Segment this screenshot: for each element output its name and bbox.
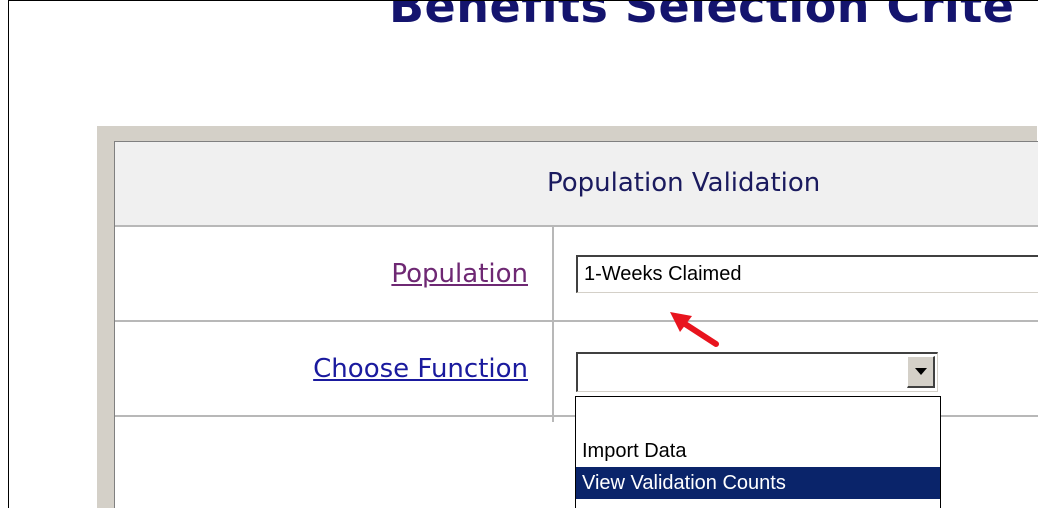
dropdown-button[interactable] bbox=[907, 356, 935, 388]
population-input[interactable] bbox=[576, 255, 1038, 293]
table-header-row: Population Validation bbox=[115, 142, 1038, 227]
dropdown-option-blank[interactable] bbox=[576, 399, 940, 431]
function-dropdown-list: Import Data View Validation Counts bbox=[575, 396, 941, 508]
choose-function-link[interactable]: Choose Function bbox=[313, 354, 528, 384]
choose-function-select[interactable] bbox=[576, 352, 938, 392]
population-link[interactable]: Population bbox=[391, 259, 528, 289]
red-arrow-icon bbox=[670, 312, 719, 347]
page-heading: Benefits Selection Crite bbox=[389, 0, 1015, 33]
population-row: Population bbox=[115, 227, 1038, 322]
arrow-shaft bbox=[679, 319, 719, 347]
dropdown-option-view-validation-counts[interactable]: View Validation Counts bbox=[576, 467, 940, 499]
dropdown-option-import-data[interactable]: Import Data bbox=[576, 435, 940, 467]
chevron-down-icon bbox=[915, 368, 927, 375]
panel-title: Population Validation bbox=[547, 168, 821, 198]
